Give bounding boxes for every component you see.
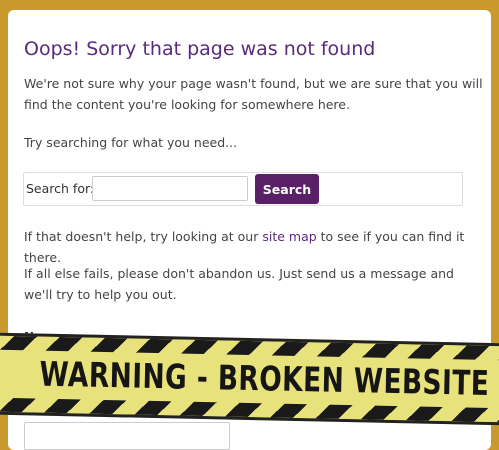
page-title: Oops! Sorry that page was not found bbox=[24, 38, 376, 60]
warning-tape: WARNING - BROKEN WEBSITE bbox=[0, 332, 499, 426]
search-button[interactable]: Search bbox=[255, 174, 319, 204]
search-label: Search for: bbox=[26, 181, 95, 196]
search-input[interactable] bbox=[92, 176, 248, 201]
help-prefix: If that doesn't help, try looking at our bbox=[24, 229, 263, 244]
contact-text: If all else fails, please don't abandon … bbox=[24, 266, 454, 302]
search-form: Search for: Search bbox=[23, 172, 463, 206]
site-map-link[interactable]: site map bbox=[262, 229, 316, 244]
name-input[interactable] bbox=[24, 422, 230, 450]
help-text: If that doesn't help, try looking at our… bbox=[24, 226, 484, 268]
search-prompt: Try searching for what you need... bbox=[24, 135, 238, 150]
warning-banner-text: WARNING - BROKEN WEBSITE bbox=[39, 354, 490, 405]
warning-tape-banner: WARNING - BROKEN WEBSITE bbox=[0, 332, 499, 426]
intro-text: We're not sure why your page wasn't foun… bbox=[24, 76, 483, 112]
